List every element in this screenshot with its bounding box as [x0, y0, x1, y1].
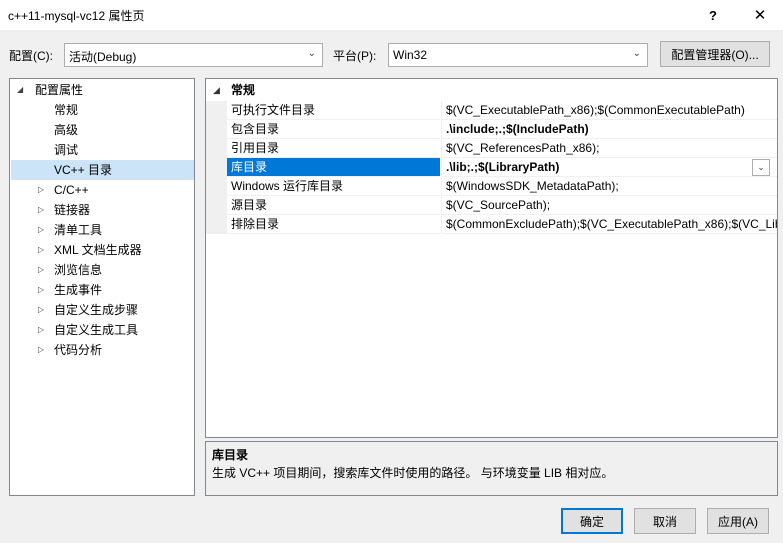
tree-item-build-events[interactable]: ▷ 生成事件	[11, 280, 194, 300]
configuration-manager-button[interactable]: 配置管理器(O)...	[660, 41, 770, 67]
property-row-executable-dirs[interactable]: 可执行文件目录 $(VC_ExecutablePath_x86);$(Commo…	[206, 101, 777, 120]
property-value[interactable]: .\lib;.;$(LibraryPath)	[441, 158, 777, 177]
property-row-exclude-dirs[interactable]: 排除目录 $(CommonExcludePath);$(VC_Executabl…	[206, 215, 777, 234]
collapsed-triangle-icon[interactable]: ▷	[38, 260, 44, 280]
property-name: 包含目录	[227, 120, 440, 139]
config-label: 配置(C):	[9, 49, 53, 63]
property-name: 可执行文件目录	[227, 101, 440, 120]
tree-item-label: 浏览信息	[54, 263, 103, 277]
property-row-source-dirs[interactable]: 源目录 $(VC_SourcePath);	[206, 196, 777, 215]
tree-item-label: 配置属性	[35, 83, 84, 97]
collapsed-triangle-icon[interactable]: ▷	[38, 340, 44, 360]
tree-item-code-analysis[interactable]: ▷ 代码分析	[11, 340, 194, 360]
description-pane: 库目录 生成 VC++ 项目期间，搜索库文件时使用的路径。 与环境变量 LIB …	[205, 441, 778, 496]
property-name: Windows 运行库目录	[227, 177, 440, 196]
property-row-winrt-dirs[interactable]: Windows 运行库目录 $(WindowsSDK_MetadataPath)…	[206, 177, 777, 196]
tree-item-manifest-tool[interactable]: ▷ 清单工具	[11, 220, 194, 240]
tree-item-general[interactable]: 常规	[11, 100, 194, 120]
collapsed-triangle-icon[interactable]: ▷	[38, 240, 44, 260]
tree-item-configuration-properties[interactable]: ◢ 配置属性	[11, 80, 194, 100]
property-value[interactable]: .\include;.;$(IncludePath)	[441, 120, 777, 139]
property-value[interactable]: $(VC_ReferencesPath_x86);	[441, 139, 777, 158]
grid-category-general[interactable]: ◢ 常规	[206, 81, 777, 100]
tree-item-label: 链接器	[54, 203, 91, 217]
property-row-library-dirs[interactable]: 库目录 .\lib;.;$(LibraryPath) ⌄	[206, 158, 777, 177]
collapsed-triangle-icon[interactable]: ▷	[38, 280, 44, 300]
tree-item-label: 调试	[54, 143, 79, 157]
property-value[interactable]: $(VC_SourcePath);	[441, 196, 777, 215]
cancel-button[interactable]: 取消	[634, 508, 696, 534]
tree-item-browse-information[interactable]: ▷ 浏览信息	[11, 260, 194, 280]
property-value[interactable]: $(VC_ExecutablePath_x86);$(CommonExecuta…	[441, 101, 777, 120]
chevron-down-icon[interactable]: ⌄	[752, 159, 770, 176]
property-tree: ◢ 配置属性 常规 高级 调试 VC++ 目录 ▷ C/C++ ▷ 链接器 ▷ …	[9, 78, 195, 496]
config-select[interactable]: 活动(Debug) ⌄	[64, 43, 323, 67]
description-text: 生成 VC++ 项目期间，搜索库文件时使用的路径。 与环境变量 LIB 相对应。	[212, 466, 614, 480]
config-select-value: 活动(Debug)	[69, 50, 137, 64]
tree-item-custom-build-tool[interactable]: ▷ 自定义生成工具	[11, 320, 194, 340]
property-row-include-dirs[interactable]: 包含目录 .\include;.;$(IncludePath)	[206, 120, 777, 139]
tree-item-label: 自定义生成工具	[54, 323, 139, 337]
tree-item-label: 常规	[54, 103, 79, 117]
title-bar: c++11-mysql-vc12 属性页 ? ✕	[0, 0, 783, 30]
tree-item-label: XML 文档生成器	[54, 243, 142, 257]
ok-button[interactable]: 确定	[561, 508, 623, 534]
property-grid: ◢ 常规 可执行文件目录 $(VC_ExecutablePath_x86);$(…	[205, 78, 778, 438]
tree-item-c-cpp[interactable]: ▷ C/C++	[11, 180, 194, 200]
platform-select-value: Win32	[393, 48, 428, 62]
property-value[interactable]: $(WindowsSDK_MetadataPath);	[441, 177, 777, 196]
expanded-triangle-icon[interactable]: ◢	[17, 80, 23, 100]
property-name: 库目录	[227, 158, 440, 177]
tree-item-vc-directories[interactable]: VC++ 目录	[11, 160, 194, 180]
help-button[interactable]: ?	[690, 0, 736, 30]
property-value[interactable]: $(CommonExcludePath);$(VC_ExecutablePath…	[441, 215, 777, 234]
chevron-down-icon: ⌄	[307, 48, 316, 59]
expanded-triangle-icon[interactable]: ◢	[213, 81, 220, 100]
tree-item-label: 清单工具	[54, 223, 103, 237]
tree-item-debugging[interactable]: 调试	[11, 140, 194, 160]
tree-item-linker[interactable]: ▷ 链接器	[11, 200, 194, 220]
tree-item-label: 高级	[54, 123, 79, 137]
platform-label: 平台(P):	[333, 49, 377, 63]
collapsed-triangle-icon[interactable]: ▷	[38, 300, 44, 320]
property-name: 引用目录	[227, 139, 440, 158]
tree-item-xml-doc-generator[interactable]: ▷ XML 文档生成器	[11, 240, 194, 260]
tree-item-label: C/C++	[54, 183, 89, 197]
configuration-toolbar: 配置(C): 活动(Debug) ⌄ 平台(P): Win32 ⌄ 配置管理器(…	[0, 40, 783, 68]
platform-select[interactable]: Win32 ⌄	[388, 43, 648, 67]
description-title: 库目录	[212, 448, 249, 462]
collapsed-triangle-icon[interactable]: ▷	[38, 180, 44, 200]
property-name: 源目录	[227, 196, 440, 215]
tree-item-advanced[interactable]: 高级	[11, 120, 194, 140]
grid-category-label: 常规	[231, 83, 256, 97]
tree-item-label: 自定义生成步骤	[54, 303, 139, 317]
collapsed-triangle-icon[interactable]: ▷	[38, 320, 44, 340]
close-button[interactable]: ✕	[737, 0, 783, 30]
collapsed-triangle-icon[interactable]: ▷	[38, 220, 44, 240]
property-row-reference-dirs[interactable]: 引用目录 $(VC_ReferencesPath_x86);	[206, 139, 777, 158]
apply-button[interactable]: 应用(A)	[707, 508, 769, 534]
tree-item-custom-build-step[interactable]: ▷ 自定义生成步骤	[11, 300, 194, 320]
chevron-down-icon: ⌄	[632, 48, 641, 59]
property-name: 排除目录	[227, 215, 440, 234]
tree-item-label: 代码分析	[54, 343, 103, 357]
tree-item-label: VC++ 目录	[54, 163, 113, 177]
tree-item-label: 生成事件	[54, 283, 103, 297]
window-title: c++11-mysql-vc12 属性页	[8, 9, 145, 23]
collapsed-triangle-icon[interactable]: ▷	[38, 200, 44, 220]
